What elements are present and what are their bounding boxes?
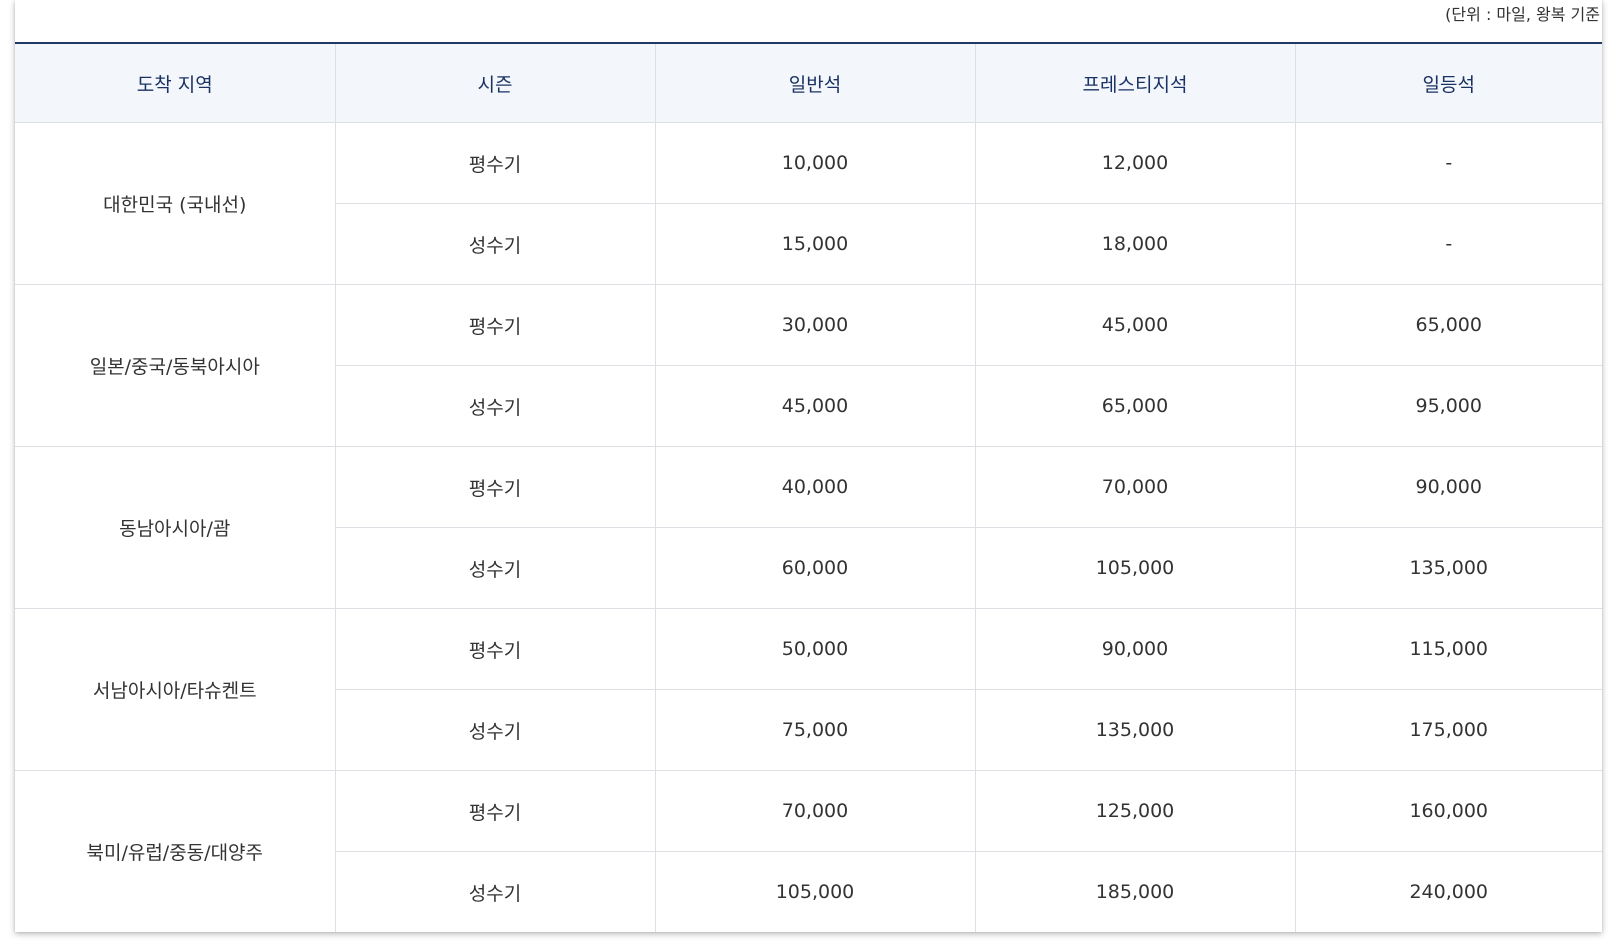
prestige-cell: 90,000 xyxy=(974,608,1295,690)
economy-cell: 105,000 xyxy=(654,851,975,932)
prestige-cell: 185,000 xyxy=(974,851,1295,932)
season-cell: 평수기 xyxy=(334,446,655,528)
season-cell: 성수기 xyxy=(334,689,655,771)
table-row: 대한민국 (국내선) 평수기 10,000 12,000 - xyxy=(15,122,1602,285)
economy-cell: 10,000 xyxy=(654,122,975,204)
prestige-cell: 70,000 xyxy=(974,446,1295,528)
prestige-cell: 12,000 xyxy=(974,122,1295,204)
table-row: 동남아시아/괌 평수기 40,000 70,000 90,000 xyxy=(15,446,1602,609)
header-first: 일등석 xyxy=(1294,43,1602,123)
first-cell: 90,000 xyxy=(1294,446,1602,528)
season-cell: 평수기 xyxy=(334,284,655,366)
season-cell: 평수기 xyxy=(334,122,655,204)
first-cell: - xyxy=(1294,203,1602,285)
first-cell: 65,000 xyxy=(1294,284,1602,366)
header-season: 시즌 xyxy=(334,43,655,123)
prestige-cell: 125,000 xyxy=(974,770,1295,852)
first-cell: 240,000 xyxy=(1294,851,1602,932)
season-cell: 성수기 xyxy=(334,203,655,285)
header-destination: 도착 지역 xyxy=(15,43,335,123)
unit-note: (단위 : 마일, 왕복 기준 xyxy=(1445,5,1600,24)
table-row: 북미/유럽/중동/대양주 평수기 70,000 125,000 160,000 xyxy=(15,770,1602,932)
region-cell: 동남아시아/괌 xyxy=(15,446,335,609)
first-cell: - xyxy=(1294,122,1602,204)
first-cell: 95,000 xyxy=(1294,365,1602,447)
region-cell: 서남아시아/타슈켄트 xyxy=(15,608,335,771)
season-cell: 성수기 xyxy=(334,527,655,609)
mileage-table-card: (단위 : 마일, 왕복 기준 도착 지역 시즌 일반석 프레스티지석 일등석 … xyxy=(15,0,1602,932)
economy-cell: 75,000 xyxy=(654,689,975,771)
economy-cell: 50,000 xyxy=(654,608,975,690)
economy-cell: 70,000 xyxy=(654,770,975,852)
economy-cell: 60,000 xyxy=(654,527,975,609)
header-prestige: 프레스티지석 xyxy=(974,43,1295,123)
economy-cell: 40,000 xyxy=(654,446,975,528)
table-header-row: 도착 지역 시즌 일반석 프레스티지석 일등석 xyxy=(15,43,1602,123)
season-cell: 평수기 xyxy=(334,608,655,690)
season-cell: 성수기 xyxy=(334,365,655,447)
award-mileage-table: 도착 지역 시즌 일반석 프레스티지석 일등석 대한민국 (국내선) 평수기 1… xyxy=(15,42,1602,932)
economy-cell: 45,000 xyxy=(654,365,975,447)
prestige-cell: 18,000 xyxy=(974,203,1295,285)
prestige-cell: 105,000 xyxy=(974,527,1295,609)
economy-cell: 15,000 xyxy=(654,203,975,285)
first-cell: 160,000 xyxy=(1294,770,1602,852)
first-cell: 115,000 xyxy=(1294,608,1602,690)
table-row: 서남아시아/타슈켄트 평수기 50,000 90,000 115,000 xyxy=(15,608,1602,771)
economy-cell: 30,000 xyxy=(654,284,975,366)
first-cell: 135,000 xyxy=(1294,527,1602,609)
prestige-cell: 45,000 xyxy=(974,284,1295,366)
season-cell: 성수기 xyxy=(334,851,655,932)
region-cell: 대한민국 (국내선) xyxy=(15,122,335,285)
first-cell: 175,000 xyxy=(1294,689,1602,771)
table-row: 일본/중국/동북아시아 평수기 30,000 45,000 65,000 xyxy=(15,284,1602,447)
prestige-cell: 65,000 xyxy=(974,365,1295,447)
header-economy: 일반석 xyxy=(654,43,975,123)
region-cell: 북미/유럽/중동/대양주 xyxy=(15,770,335,932)
prestige-cell: 135,000 xyxy=(974,689,1295,771)
region-cell: 일본/중국/동북아시아 xyxy=(15,284,335,447)
season-cell: 평수기 xyxy=(334,770,655,852)
